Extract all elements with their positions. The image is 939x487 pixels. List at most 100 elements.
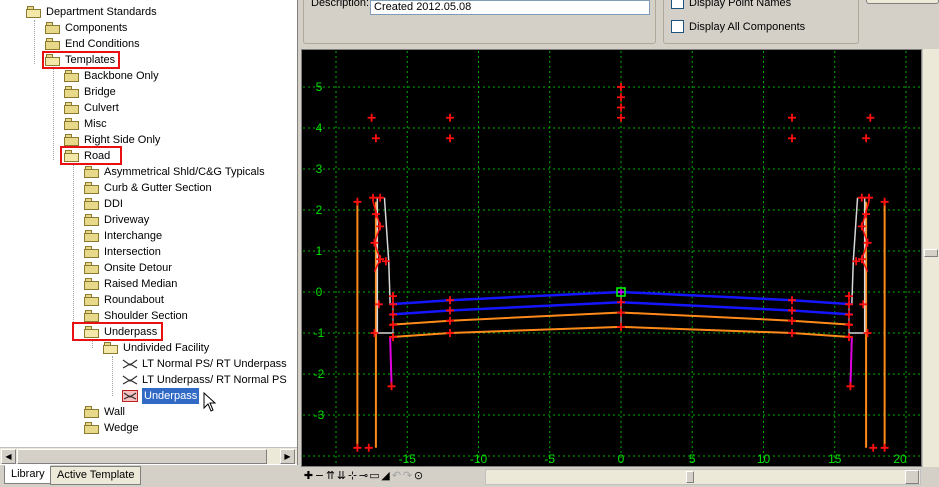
y-tick-label: -1 [314,326,325,340]
description-value: Created 2012.05.08 [374,1,472,13]
folder-open-icon [103,342,119,354]
tree-item-curb-gutter[interactable]: Curb & Gutter Section [84,180,212,196]
checkbox-label: Display All Components [689,20,806,33]
tree-item-backbone-only[interactable]: Backbone Only [64,68,159,84]
move-tool-icon[interactable]: ✚ [303,469,314,483]
tree-item-bridge[interactable]: Bridge [64,84,116,100]
x-tick-label: 15 [828,452,842,465]
template-icon [122,375,138,385]
point-tool-icon[interactable]: ⊙ [413,469,424,483]
view-background [303,51,920,465]
tree-item-lt-underpass-rt-normal[interactable]: LT Underpass/ RT Normal PS [122,372,287,388]
fit-tool-icon[interactable]: ⇈ [325,469,336,483]
dialog-button[interactable] [866,0,939,4]
display-point-names-checkbox[interactable] [671,0,684,9]
display-all-components-row[interactable]: Display All Components [671,20,805,33]
tree-item-undivided-facility[interactable]: Undivided Facility [103,340,209,356]
tab-active-template[interactable]: Active Template [50,466,142,485]
tree-label-selected: Underpass [142,388,200,404]
tree-item-culvert[interactable]: Culvert [64,100,119,116]
view-toolbar: ✚ − ⇈ ⇊ ⊹ ⊸ ▭ ◢ ↶ ↷ ⊙ [303,467,424,485]
view-horizontal-scrollbar[interactable] [485,469,921,485]
folder-icon [84,166,100,178]
y-tick-label: -3 [314,408,325,422]
folder-icon [64,70,80,82]
tree-connector [34,20,35,64]
tree-label: Roundabout [104,294,164,306]
folder-icon [45,38,61,50]
folder-open-icon [26,6,42,18]
view-vertical-scrollbar[interactable] [922,49,939,467]
folder-icon [64,86,80,98]
zoom-out-tool-icon[interactable]: − [314,469,325,483]
folder-icon [84,214,100,226]
tree-item-misc[interactable]: Misc [64,116,107,132]
y-tick-label: 4 [316,121,323,135]
x-tick-label: -10 [470,452,488,465]
tree-label: Misc [84,118,107,130]
tree-item-asymmetrical[interactable]: Asymmetrical Shld/C&G Typicals [84,164,265,180]
scroll-right-button[interactable]: ▶ [280,449,295,464]
tree-item-wedge[interactable]: Wedge [84,420,139,436]
undo-tool-icon[interactable]: ↶ [391,469,402,483]
tree-horizontal-scrollbar[interactable]: ◀ ▶ [0,447,297,464]
scroll-right-button[interactable] [905,470,919,484]
window-tool-icon[interactable]: ▭ [369,469,380,483]
checkbox-label: Display Point Names [689,0,792,9]
tree-label: Culvert [84,102,119,114]
description-label: Description: [311,0,370,9]
folder-icon [84,182,100,194]
folder-icon [84,230,100,242]
tab-library[interactable]: Library [4,465,52,484]
tree-item-interchange[interactable]: Interchange [84,228,162,244]
display-point-names-row[interactable]: Display Point Names [671,0,791,9]
description-field[interactable]: Created 2012.05.08 [370,0,650,15]
x-tick-label: 20 [893,452,907,465]
tree-label: LT Underpass/ RT Normal PS [142,374,287,386]
tree-item-underpass-template[interactable]: Underpass [122,388,200,404]
scroll-thumb[interactable] [686,471,694,483]
display-all-components-checkbox[interactable] [671,20,684,33]
tree-label: Undivided Facility [123,342,210,354]
tree-item-end-conditions[interactable]: End Conditions [45,36,140,52]
tree-item-intersection[interactable]: Intersection [84,244,161,260]
zoom-in-tool-icon[interactable]: ⊸ [358,469,369,483]
tree-item-components[interactable]: Components [45,20,127,36]
measure-tool-icon[interactable]: ◢ [380,469,391,483]
pan-tool-2-icon[interactable]: ⊹ [347,469,358,483]
highlight-box-templates [42,51,120,69]
library-tree[interactable]: Department Standards Components End Cond… [0,0,298,466]
pan-tool-icon[interactable]: ⇊ [336,469,347,483]
tree-item-lt-normal-rt-underpass[interactable]: LT Normal PS/ RT Underpass [122,356,287,372]
tab-label: Active Template [57,469,135,481]
magenta-line-left [389,337,393,387]
x-tick-label: -5 [544,452,555,465]
tree-item-roundabout[interactable]: Roundabout [84,292,164,308]
tree-item-wall[interactable]: Wall [84,404,125,420]
tree-label: Intersection [104,246,161,258]
y-tick-label: 0 [316,285,323,299]
tree-label: Bridge [84,86,116,98]
highlight-box-road [60,146,122,165]
tree-item-raised-median[interactable]: Raised Median [84,276,177,292]
y-tick-label: 3 [316,162,323,176]
magenta-line-right [849,337,853,387]
folder-icon [84,294,100,306]
scroll-thumb[interactable] [17,449,267,464]
folder-icon [45,22,61,34]
tree-item-driveway[interactable]: Driveway [84,212,149,228]
scroll-thumb[interactable] [924,249,938,257]
scroll-left-button[interactable]: ◀ [1,449,16,464]
mouse-cursor-icon [203,392,217,412]
x-tick-label: 0 [618,452,625,465]
tree-label: Curb & Gutter Section [104,182,212,194]
tree-item-department-standards[interactable]: Department Standards [26,4,157,20]
tree-item-onsite-detour[interactable]: Onsite Detour [84,260,172,276]
template-view-canvas[interactable]: -15 -10 -5 0 5 10 15 20543210-1-2-3 [303,51,920,465]
y-tick-label: -2 [314,367,325,381]
tree-label: End Conditions [65,38,140,50]
y-tick-label: 2 [316,203,323,217]
tree-item-ddi[interactable]: DDI [84,196,123,212]
tree-label: LT Normal PS/ RT Underpass [142,358,287,370]
redo-tool-icon[interactable]: ↷ [402,469,413,483]
